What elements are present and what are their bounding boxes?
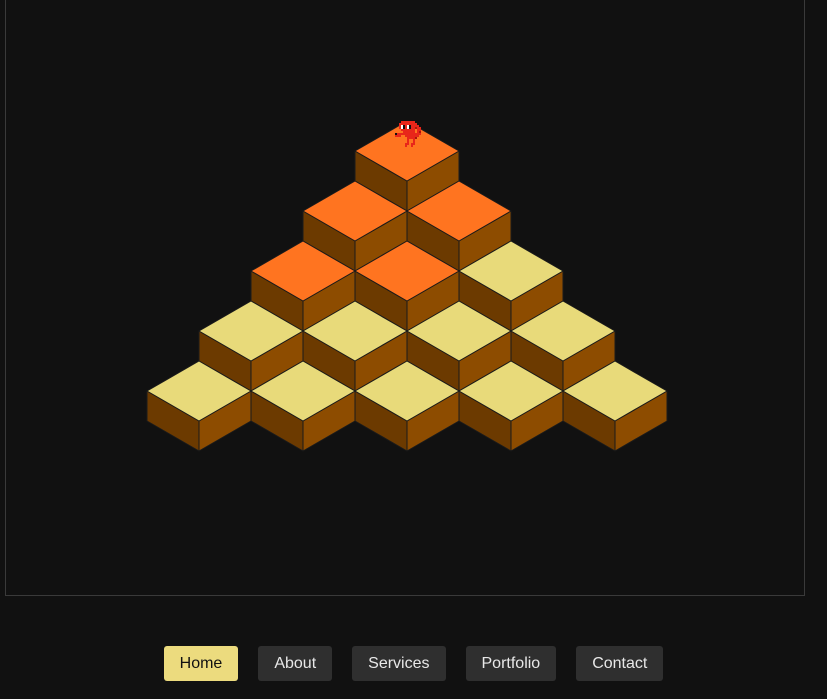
game-canvas[interactable] — [5, 0, 805, 596]
pyramid-board — [146, 120, 668, 452]
nav-about-button[interactable]: About — [258, 646, 333, 681]
nav-services-button[interactable]: Services — [352, 646, 446, 681]
nav-contact-button[interactable]: Contact — [576, 646, 664, 681]
nav-portfolio-button[interactable]: Portfolio — [465, 646, 557, 681]
nav-bar: Home About Services Portfolio Contact — [0, 646, 827, 681]
nav-home-button[interactable]: Home — [163, 646, 239, 681]
